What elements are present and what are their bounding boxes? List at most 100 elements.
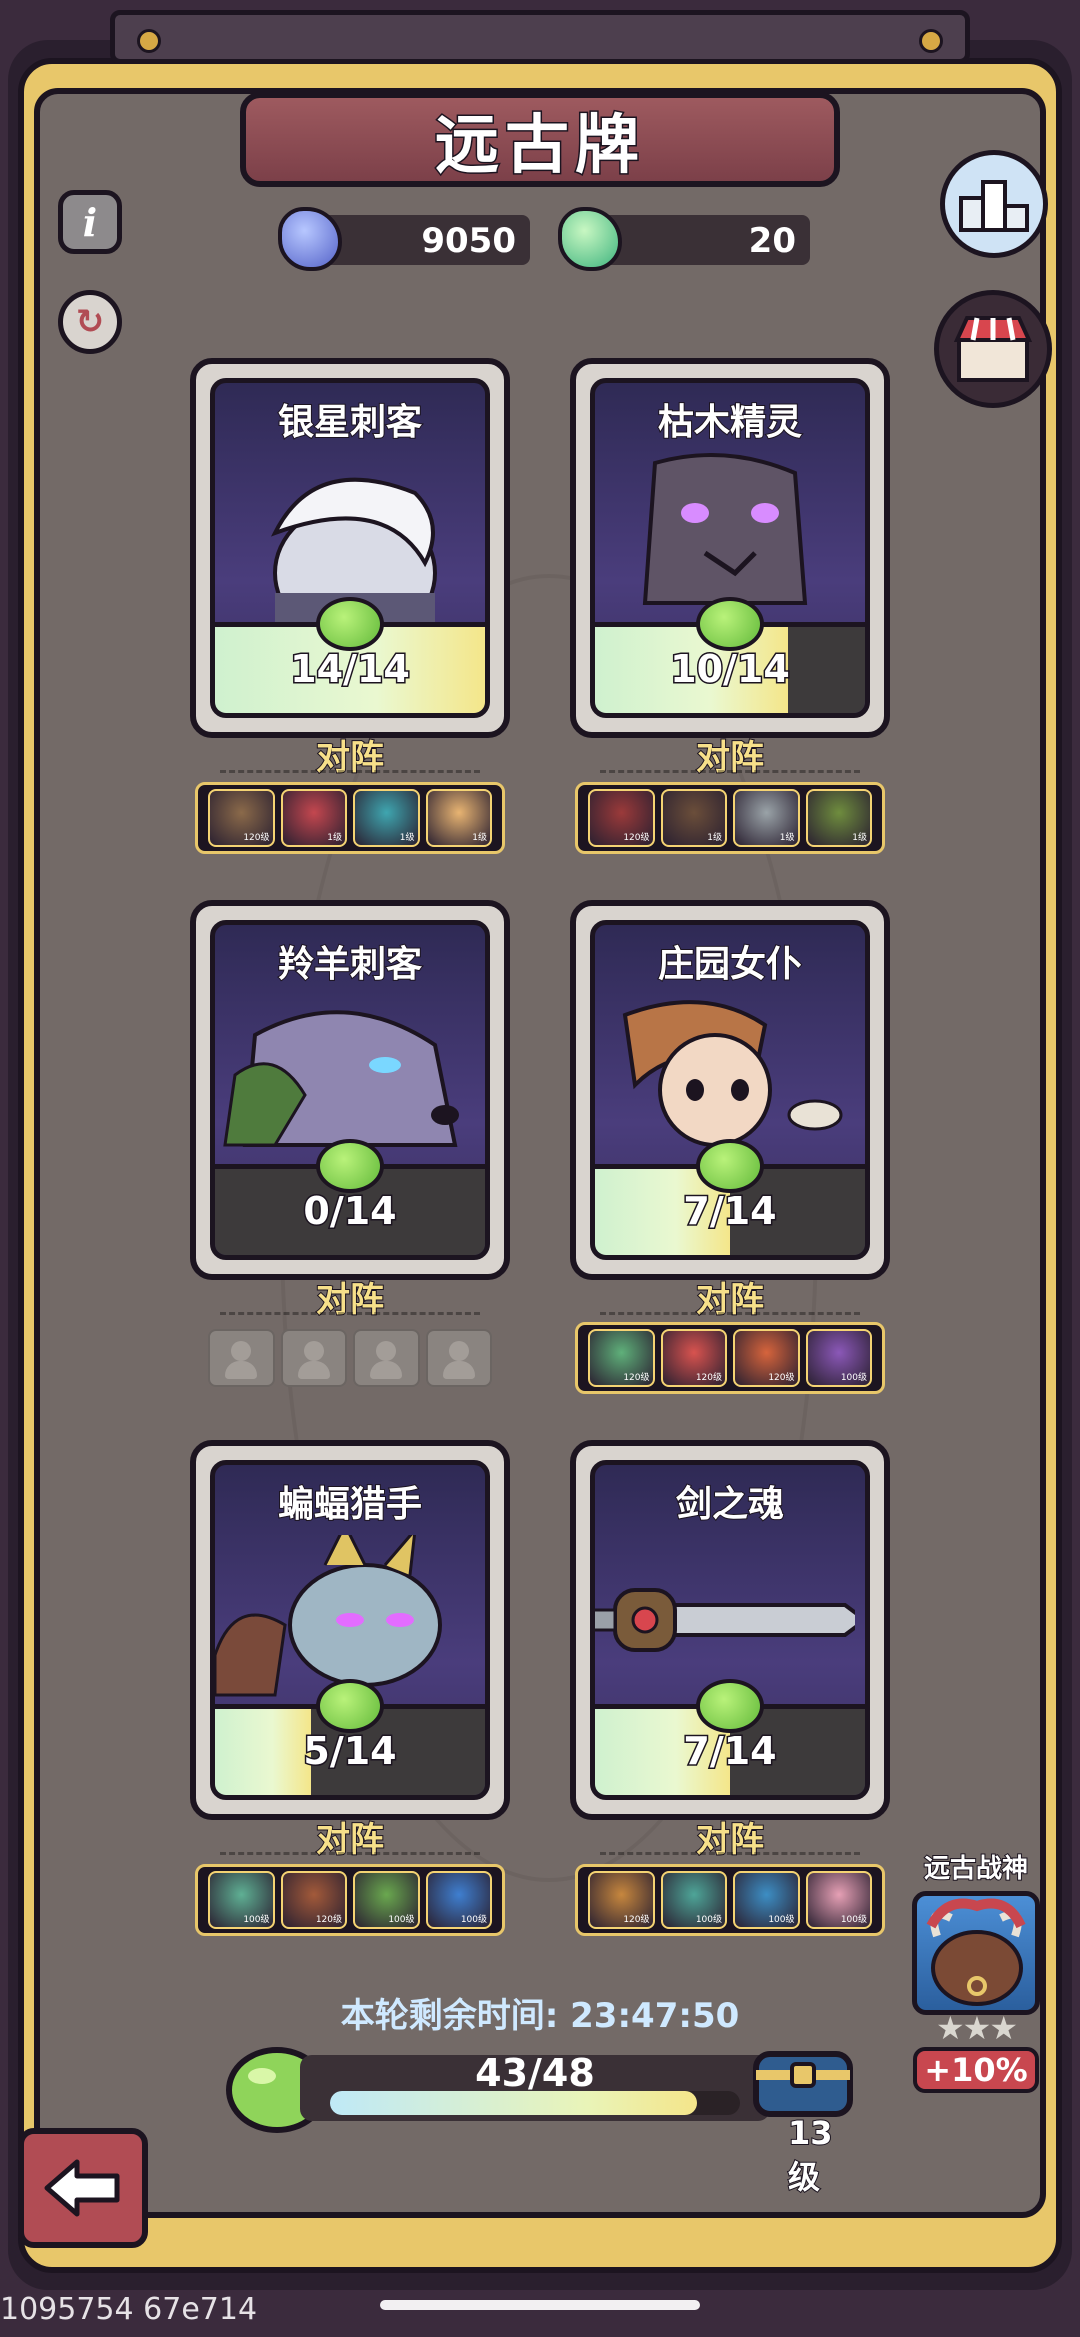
hero-level: 100级 <box>695 1915 722 1925</box>
card-name: 银星刺客 <box>277 401 423 444</box>
card-inner: 羚羊刺客 0/14 <box>210 920 490 1260</box>
hero-level: 100级 <box>768 1915 795 1925</box>
ranking-button[interactable] <box>940 150 1048 258</box>
opponent-lineup[interactable]: 120级 100级 100级 100级 <box>575 1864 885 1936</box>
currency-value: 9050 <box>421 221 516 261</box>
card-count: 10/14 <box>669 646 792 693</box>
promo-title: 远古战神 <box>923 1853 1029 1885</box>
hero-avatar: 100级 <box>425 1871 492 1929</box>
hero-avatar: 120级 <box>733 1329 800 1387</box>
shop-button[interactable] <box>934 290 1052 408</box>
hero-avatar: 120级 <box>208 789 275 847</box>
info-button[interactable]: i <box>58 190 122 254</box>
hero-level: 1级 <box>707 833 722 843</box>
top-bar <box>110 10 970 64</box>
divider <box>600 770 860 773</box>
card-slot-3[interactable]: 羚羊刺客 0/14 <box>190 900 510 1280</box>
refresh-icon: ↻ <box>75 302 105 342</box>
level-label: 13级 <box>787 2113 834 2197</box>
divider <box>220 1852 480 1855</box>
hero-avatar: 1级 <box>733 789 800 847</box>
hero-level: 100级 <box>840 1915 867 1925</box>
blue-crystal-icon <box>278 207 342 271</box>
card-name: 蝙蝠猎手 <box>277 1483 423 1526</box>
divider <box>600 1852 860 1855</box>
divider <box>220 1312 480 1315</box>
hero-avatar: 120级 <box>588 789 655 847</box>
hero-level: 120级 <box>695 1373 722 1383</box>
hero-avatar: 1级 <box>660 789 727 847</box>
page-title: 远古牌 <box>434 107 645 184</box>
card-slot-2[interactable]: 枯木精灵 10/14 <box>570 358 890 738</box>
rivet-icon <box>919 29 943 53</box>
card-inner: 蝙蝠猎手 5/14 <box>210 1460 490 1800</box>
opponent-lineup[interactable]: 120级 1级 1级 1级 <box>575 782 885 854</box>
bean-icon <box>696 1679 764 1733</box>
hero-portrait <box>912 1891 1040 2015</box>
hero-level: 120级 <box>768 1373 795 1383</box>
card-count: 14/14 <box>289 646 412 693</box>
back-button[interactable] <box>18 2128 148 2248</box>
hero-avatar: 100级 <box>660 1871 727 1929</box>
hero-avatar: 120级 <box>280 1871 347 1929</box>
card-inner: 银星刺客 14/14 <box>210 378 490 718</box>
card-name: 羚羊刺客 <box>277 943 423 986</box>
card-slot-1[interactable]: 银星刺客 14/14 <box>190 358 510 738</box>
hero-level: 120级 <box>243 833 270 843</box>
bonus-hero-promo[interactable]: 远古战神 ★★★ +10% <box>908 1848 1044 2093</box>
card-slot-6[interactable]: 剑之魂 7/14 <box>570 1440 890 1820</box>
hero-avatar: 1级 <box>353 789 420 847</box>
hero-level: 1级 <box>472 833 487 843</box>
hero-avatar: 120级 <box>660 1329 727 1387</box>
card-name: 枯木精灵 <box>657 401 803 444</box>
refresh-button[interactable]: ↻ <box>58 290 122 354</box>
hero-level: 1级 <box>852 833 867 843</box>
hero-avatar: 1级 <box>425 789 492 847</box>
hero-avatar: 120级 <box>588 1329 655 1387</box>
hero-level: 120级 <box>315 1915 342 1925</box>
card-name: 庄园女仆 <box>657 943 803 986</box>
rivet-icon <box>137 29 161 53</box>
empty-slot-icon <box>353 1329 420 1387</box>
hero-level: 120级 <box>623 1915 650 1925</box>
hero-avatar: 1级 <box>280 789 347 847</box>
opponent-lineup[interactable]: 120级 1级 1级 1级 <box>195 782 505 854</box>
bean-icon <box>316 1679 384 1733</box>
hero-level: 100级 <box>840 1373 867 1383</box>
bean-icon <box>696 1139 764 1193</box>
hero-level: 100级 <box>460 1915 487 1925</box>
hero-level: 120级 <box>623 833 650 843</box>
page-title-banner: 远古牌 <box>240 92 840 187</box>
bean-icon <box>316 1139 384 1193</box>
card-inner: 枯木精灵 10/14 <box>590 378 870 718</box>
card-slot-4[interactable]: 庄园女仆 7/14 <box>570 900 890 1280</box>
hero-level: 1级 <box>779 833 795 843</box>
currency-crystal-blue: 9050 <box>278 207 530 271</box>
hero-level: 1级 <box>399 833 415 843</box>
hero-level: 1级 <box>327 833 342 843</box>
empty-slot-icon <box>425 1329 492 1387</box>
xp-count: 43/48 <box>475 2051 595 2095</box>
divider <box>220 770 480 773</box>
hero-avatar: 100级 <box>733 1871 800 1929</box>
xp-progress: 43/48 <box>300 2051 770 2121</box>
card-count: 7/14 <box>682 1188 778 1235</box>
level-chest-button[interactable]: 13级 <box>748 2040 858 2197</box>
hero-avatar: 100级 <box>805 1329 872 1387</box>
opponent-lineup[interactable]: 100级 120级 100级 100级 <box>195 1864 505 1936</box>
main-panel <box>34 88 1046 2218</box>
podium-icon <box>959 180 1029 232</box>
card-inner: 庄园女仆 7/14 <box>590 920 870 1260</box>
back-arrow-icon <box>44 2159 120 2217</box>
currency-value: 20 <box>748 221 796 261</box>
card-count: 0/14 <box>302 1188 398 1235</box>
currency-crystal-green: 20 <box>558 207 810 271</box>
home-indicator[interactable] <box>380 2300 700 2310</box>
hero-avatar: 1级 <box>805 789 872 847</box>
hero-level: 100级 <box>243 1915 270 1925</box>
opponent-lineup-empty <box>195 1322 505 1394</box>
opponent-lineup[interactable]: 120级 120级 120级 100级 <box>575 1322 885 1394</box>
hero-avatar: 120级 <box>588 1871 655 1929</box>
card-name: 剑之魂 <box>675 1483 785 1526</box>
card-slot-5[interactable]: 蝙蝠猎手 5/14 <box>190 1440 510 1820</box>
